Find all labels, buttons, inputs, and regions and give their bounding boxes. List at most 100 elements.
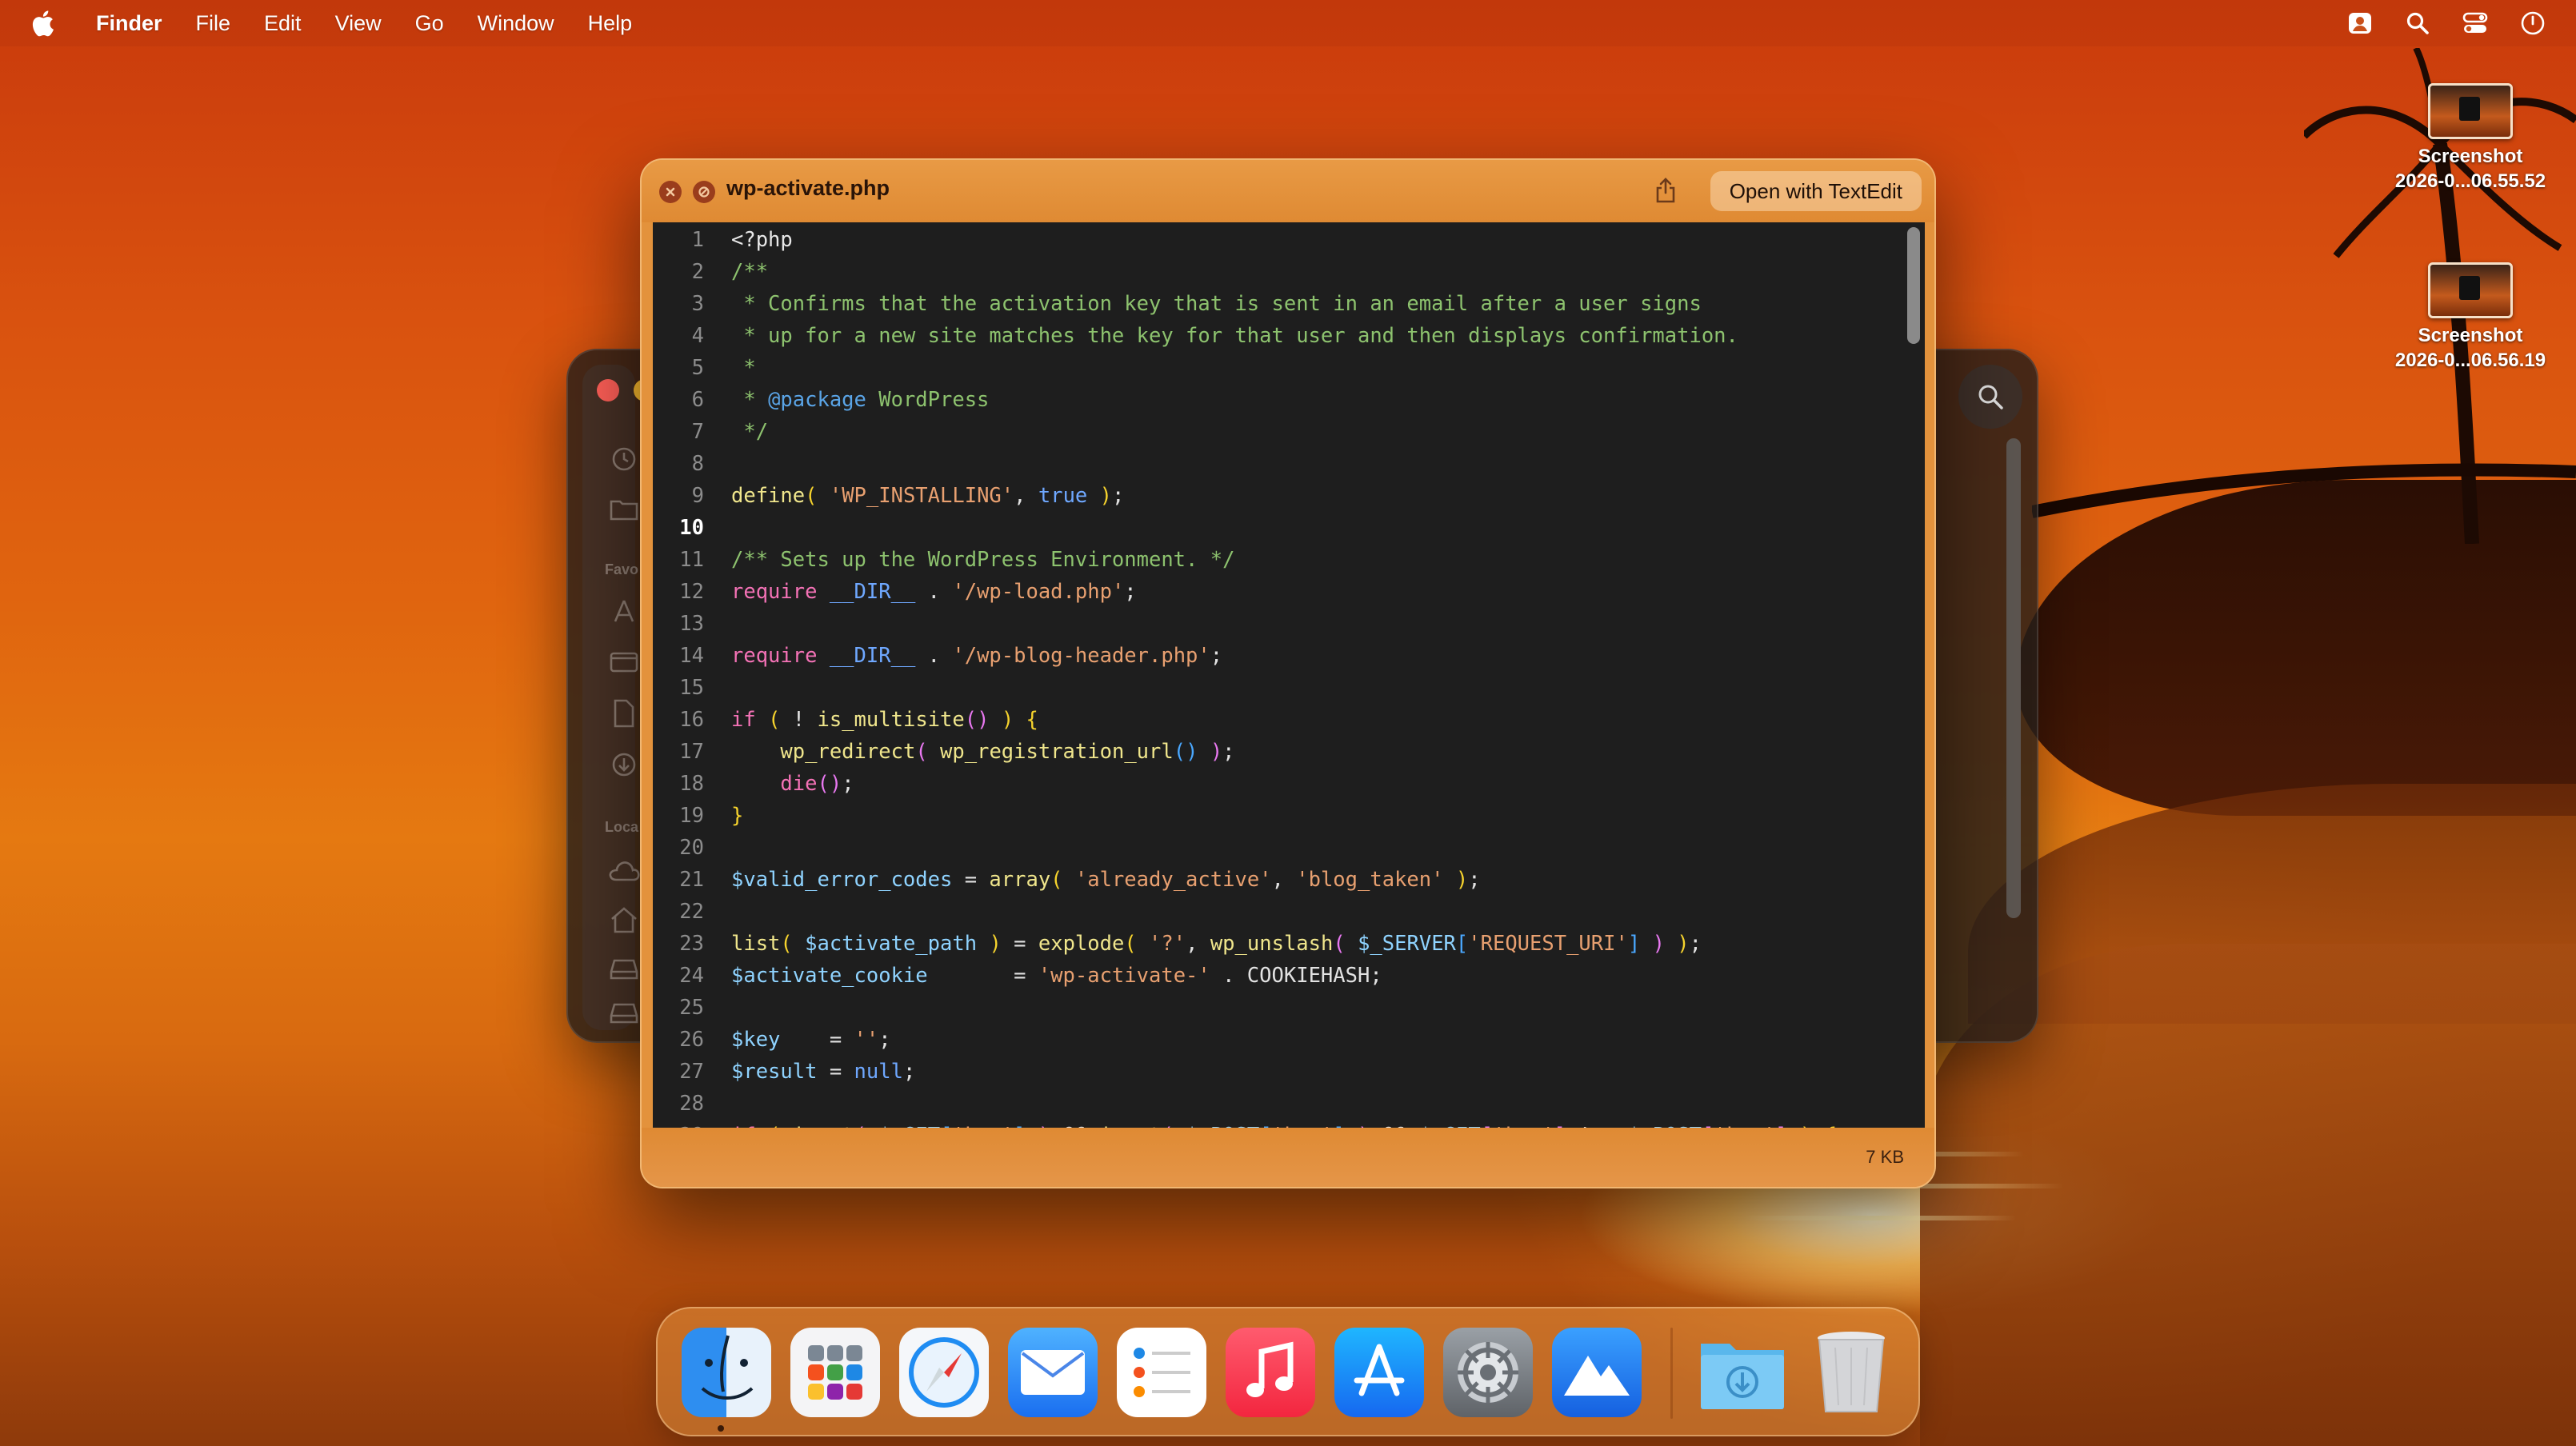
line-text: * @package WordPress — [731, 388, 990, 412]
reminders-list-icon — [1134, 1348, 1190, 1397]
trash-icon — [1818, 1332, 1885, 1412]
dock-reminders[interactable] — [1117, 1328, 1206, 1417]
line-text: $result = null; — [731, 1060, 916, 1084]
dock-safari[interactable] — [899, 1328, 989, 1417]
code-line: 7 */ — [653, 416, 1925, 448]
user-card-icon[interactable] — [2344, 7, 2376, 39]
quick-look-window[interactable]: wp-activate.php Open with TextEdit 1 <?ph… — [640, 158, 1936, 1188]
documents-icon[interactable] — [608, 697, 640, 729]
apple-menu-icon[interactable] — [30, 7, 58, 39]
disk-icon[interactable] — [608, 953, 640, 985]
desktop-file-label-2: 2026-0...06.55.52 — [2394, 170, 2546, 192]
line-text: <?php — [731, 228, 793, 252]
dock-system-settings[interactable] — [1443, 1328, 1533, 1417]
open-with-textedit-button[interactable]: Open with TextEdit — [1710, 171, 1922, 211]
fullscreen-button[interactable] — [693, 181, 715, 203]
dock-music[interactable] — [1226, 1328, 1315, 1417]
line-number: 2 — [691, 260, 704, 284]
menu-view[interactable]: View — [335, 11, 382, 36]
menu-window[interactable]: Window — [478, 11, 554, 36]
menu-app-name[interactable]: Finder — [96, 11, 162, 36]
disk-icon[interactable] — [608, 1000, 640, 1027]
share-button[interactable] — [1650, 174, 1682, 206]
gear-icon — [1458, 1342, 1518, 1403]
line-text: } — [731, 804, 744, 828]
share-icon — [1656, 178, 1675, 203]
icloud-icon[interactable] — [608, 854, 640, 886]
screenshot-thumbnail-icon — [2428, 83, 2513, 139]
dock-separator — [1670, 1328, 1673, 1419]
code-line: 4 * up for a new site matches the key fo… — [653, 320, 1925, 352]
line-number: 21 — [679, 868, 704, 892]
code-preview[interactable]: 1 <?php 2 /** 3 * Confirms that the activati… — [653, 222, 1925, 1128]
line-number: 27 — [679, 1060, 704, 1084]
line-number: 12 — [679, 580, 704, 604]
menu-edit[interactable]: Edit — [264, 11, 302, 36]
desktop-file-label-1: Screenshot — [2418, 146, 2523, 167]
dock-app-store[interactable] — [1334, 1328, 1424, 1417]
control-center-icon[interactable] — [2459, 7, 2491, 39]
line-text: define( 'WP_INSTALLING', true ); — [731, 484, 1125, 508]
downloads-icon[interactable] — [608, 749, 640, 781]
quick-look-footer: 7 KB — [642, 1128, 1934, 1187]
code-line: 18 die(); — [653, 768, 1925, 800]
line-number: 26 — [679, 1028, 704, 1052]
line-text: $key = ''; — [731, 1028, 891, 1052]
dock-mail[interactable] — [1008, 1328, 1098, 1417]
mountain-icon — [1564, 1356, 1630, 1396]
search-icon — [1978, 385, 2003, 409]
clock-icon[interactable] — [2517, 7, 2549, 39]
screenshot-thumbnail-icon — [2428, 262, 2513, 318]
shared-folder-icon[interactable] — [608, 493, 640, 525]
home-icon[interactable] — [608, 904, 640, 936]
finder-search-button[interactable] — [1958, 365, 2022, 429]
desktop-icon[interactable] — [608, 646, 640, 678]
line-number: 17 — [679, 740, 704, 764]
dock-launchpad[interactable] — [790, 1328, 880, 1417]
menu-file[interactable]: File — [196, 11, 231, 36]
code-line: 11 /** Sets up the WordPress Environment.… — [653, 544, 1925, 576]
leaning-palm-trunk-icon — [2032, 463, 2576, 518]
line-text: if ( ! is_multisite() ) { — [731, 708, 1038, 732]
menu-help[interactable]: Help — [588, 11, 633, 36]
code-line: 27 $result = null; — [653, 1056, 1925, 1088]
code-line: 15 — [653, 672, 1925, 704]
recents-icon[interactable] — [608, 443, 640, 475]
line-number: 18 — [679, 772, 704, 796]
mail-envelope-icon — [1021, 1350, 1085, 1395]
code-line: 12 require __DIR__ . '/wp-load.php'; — [653, 576, 1925, 608]
desktop-file-label-2: 2026-0...06.56.19 — [2394, 350, 2546, 371]
line-text: * Confirms that the activation key that … — [731, 292, 1702, 316]
file-name: wp-activate.php — [726, 176, 890, 200]
code-line: 13 — [653, 608, 1925, 640]
dock-downloads-folder[interactable] — [1698, 1328, 1787, 1417]
code-line: 29if ( isset( $_GET['key'] ) && isset( $… — [653, 1120, 1925, 1128]
line-number: 28 — [679, 1092, 704, 1116]
code-line: 5 * — [653, 352, 1925, 384]
line-number: 1 — [691, 228, 704, 252]
menu-go[interactable]: Go — [415, 11, 444, 36]
close-button[interactable] — [659, 181, 682, 203]
line-number: 14 — [679, 644, 704, 668]
window-close-button[interactable] — [597, 379, 619, 401]
dock-mountain-app[interactable] — [1552, 1328, 1642, 1417]
desktop-screenshot-file[interactable]: Screenshot 2026-0...06.55.52 — [2374, 83, 2566, 194]
line-text: * up for a new site matches the key for … — [731, 324, 1738, 348]
line-number: 15 — [679, 676, 704, 700]
line-number: 6 — [691, 388, 704, 412]
applications-icon[interactable] — [608, 595, 640, 627]
desktop-screenshot-file[interactable]: Screenshot 2026-0...06.56.19 — [2374, 262, 2566, 373]
code-scrollbar[interactable] — [1907, 227, 1920, 344]
spotlight-search-icon[interactable] — [2402, 7, 2434, 39]
line-text: die(); — [780, 772, 854, 796]
desktop-file-label-1: Screenshot — [2418, 325, 2523, 346]
finder-scrollbar[interactable] — [2006, 438, 2021, 918]
line-text: /** — [731, 260, 769, 284]
dock-trash[interactable] — [1806, 1328, 1896, 1417]
dock-finder[interactable] — [682, 1328, 771, 1417]
code-line: 10 — [653, 512, 1925, 544]
line-number: 19 — [679, 804, 704, 828]
sidebar-section-locations: Loca — [605, 819, 639, 835]
dock — [656, 1307, 1920, 1436]
file-size: 7 KB — [1866, 1147, 1904, 1167]
